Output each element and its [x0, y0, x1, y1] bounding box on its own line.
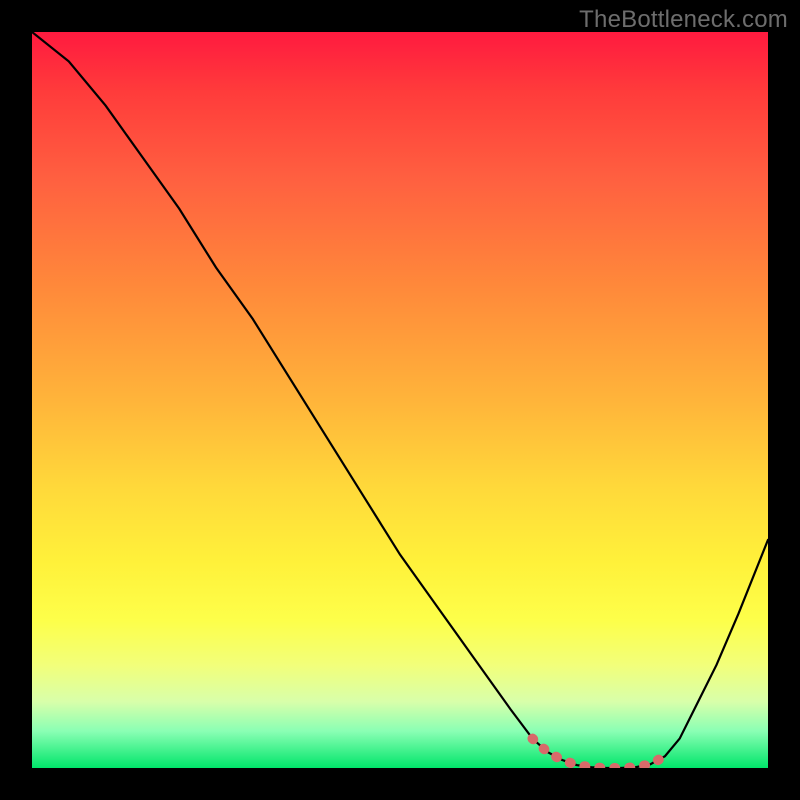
flat-minimum-highlight [532, 739, 664, 768]
watermark-text: TheBottleneck.com [579, 6, 788, 34]
chart-frame: TheBottleneck.com [0, 0, 800, 800]
chart-svg [32, 32, 768, 768]
bottleneck-curve [32, 32, 768, 768]
chart-plot-area [32, 32, 768, 768]
